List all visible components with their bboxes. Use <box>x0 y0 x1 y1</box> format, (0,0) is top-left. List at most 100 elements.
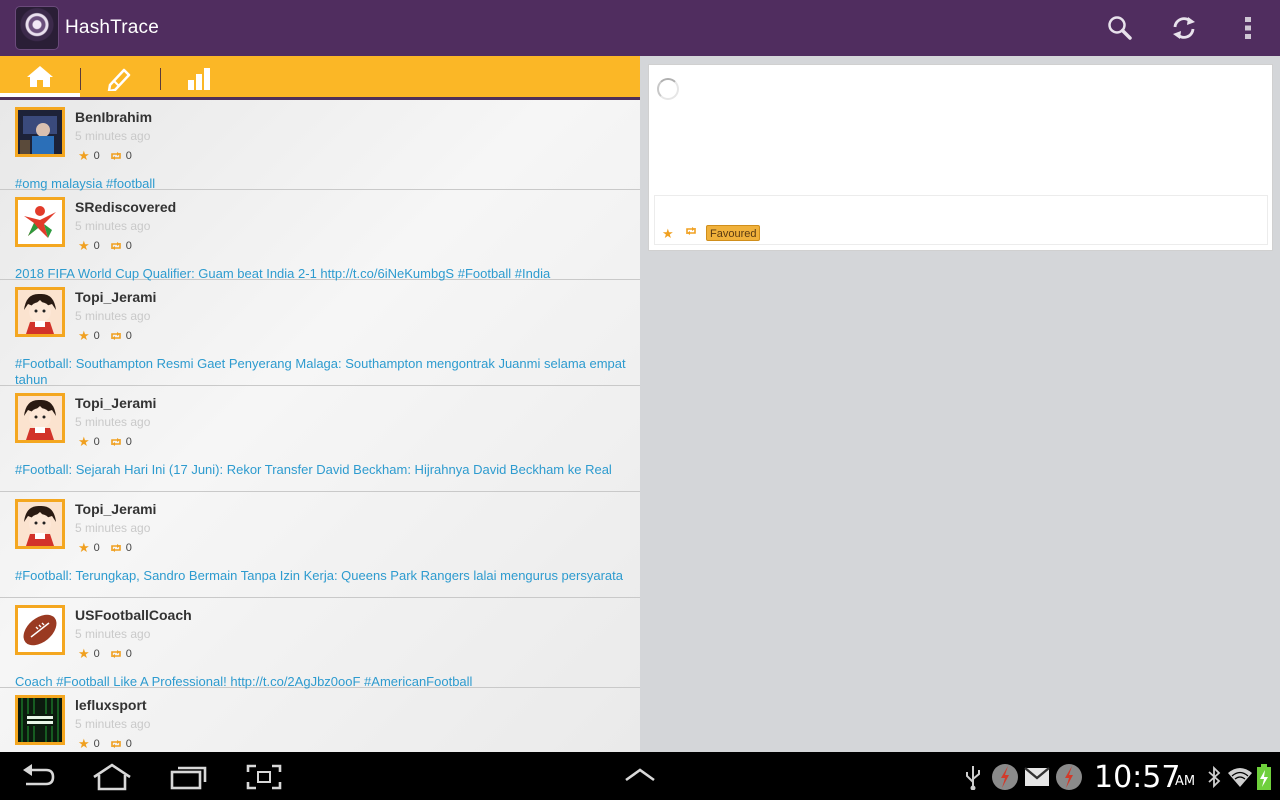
favorite-count: 0 <box>93 738 100 750</box>
star-icon: ★ <box>78 434 90 449</box>
favourite-badge[interactable]: Favoured <box>706 225 761 241</box>
tweet-stats: ★ 0 0 <box>78 736 132 752</box>
retweet-count: 0 <box>125 436 132 448</box>
tweet-stats: ★ 0 0 <box>78 434 132 450</box>
star-icon: ★ <box>78 238 90 253</box>
retweet-count: 0 <box>125 542 132 554</box>
detail-panel: ★ Favoured <box>640 56 1280 752</box>
retweet-icon <box>110 740 121 748</box>
notification-app-icon[interactable] <box>990 762 1020 792</box>
avatar[interactable] <box>15 107 65 157</box>
retweet-icon <box>110 650 121 658</box>
tweet-timestamp: 5 minutes ago <box>75 627 151 641</box>
retweet-icon <box>110 438 121 446</box>
avatar[interactable] <box>15 695 65 745</box>
retweet-icon <box>110 242 121 250</box>
home-nav-icon[interactable] <box>91 763 133 791</box>
gmail-icon[interactable] <box>1024 766 1050 788</box>
avatar[interactable] <box>15 197 65 247</box>
tweet-stats: ★ 0 0 <box>78 238 132 254</box>
tweet-stats: ★ 0 0 <box>78 328 132 344</box>
overflow-menu-icon[interactable] <box>1233 13 1263 43</box>
tweet-item[interactable]: Topi_Jerami 5 minutes ago ★ 0 0 #Footbal… <box>0 280 640 388</box>
retweet-icon[interactable] <box>685 227 697 235</box>
retweet-count: 0 <box>125 648 132 660</box>
compose-icon <box>107 68 131 91</box>
recent-apps-icon[interactable] <box>170 764 208 790</box>
wifi-icon <box>1228 768 1252 787</box>
tweet-username[interactable]: Topi_Jerami <box>75 289 156 305</box>
tweet-timestamp: 5 minutes ago <box>75 129 151 143</box>
notification-app-icon[interactable] <box>1054 762 1084 792</box>
tab-compose[interactable] <box>80 56 160 97</box>
battery-charging-icon <box>1257 764 1271 790</box>
bluetooth-icon <box>1208 765 1221 789</box>
avatar[interactable] <box>15 287 65 337</box>
timeline-panel: BenIbrahim 5 minutes ago ★ 0 0 #omg mala… <box>0 56 640 752</box>
favorite-count: 0 <box>93 330 100 342</box>
tweet-stats: ★ 0 0 <box>78 148 132 164</box>
screenshot-icon[interactable] <box>246 764 282 790</box>
tweet-username[interactable]: USFootballCoach <box>75 607 192 623</box>
clock-ampm: AM <box>1175 774 1196 789</box>
retweet-icon <box>110 544 121 552</box>
tab-bar <box>0 56 640 100</box>
tweet-text[interactable]: #Football: Sejarah Hari Ini (17 Juni): R… <box>15 462 630 478</box>
favorite-count: 0 <box>93 648 100 660</box>
favorite-count: 0 <box>93 240 100 252</box>
favorite-star-icon[interactable]: ★ <box>662 226 674 242</box>
retweet-icon <box>110 152 121 160</box>
tweet-item[interactable]: BenIbrahim 5 minutes ago ★ 0 0 #omg mala… <box>0 100 640 191</box>
tweet-timestamp: 5 minutes ago <box>75 521 151 535</box>
detail-actions: ★ Favoured <box>654 195 1268 245</box>
tweet-timestamp: 5 minutes ago <box>75 717 151 731</box>
retweet-icon <box>110 332 121 340</box>
tweet-item[interactable]: SRediscovered 5 minutes ago ★ 0 0 2018 F… <box>0 190 640 281</box>
favorite-count: 0 <box>93 150 100 162</box>
favorite-count: 0 <box>93 436 100 448</box>
retweet-count: 0 <box>125 240 132 252</box>
star-icon: ★ <box>78 328 90 343</box>
tweet-text[interactable]: #Football: Terungkap, Sandro Bermain Tan… <box>15 568 630 584</box>
favorite-count: 0 <box>93 542 100 554</box>
tweet-username[interactable]: lefluxsport <box>75 697 147 713</box>
refresh-icon[interactable] <box>1169 13 1199 43</box>
search-icon[interactable] <box>1105 13 1135 43</box>
tab-home[interactable] <box>0 56 80 97</box>
stats-icon <box>188 68 210 90</box>
app-logo[interactable] <box>15 6 59 50</box>
tweet-stats: ★ 0 0 <box>78 540 132 556</box>
system-navigation-bar: 10:57 AM <box>0 752 1280 800</box>
tweet-username[interactable]: BenIbrahim <box>75 109 152 125</box>
tweet-username[interactable]: SRediscovered <box>75 199 176 215</box>
tweet-timestamp: 5 minutes ago <box>75 219 151 233</box>
tweet-item[interactable]: USFootballCoach 5 minutes ago ★ 0 0 Coac… <box>0 598 640 689</box>
app-title: HashTrace <box>65 17 160 38</box>
tweet-timestamp: 5 minutes ago <box>75 415 151 429</box>
tweet-item[interactable]: Topi_Jerami 5 minutes ago ★ 0 0 #Footbal… <box>0 386 640 492</box>
avatar[interactable] <box>15 393 65 443</box>
tweet-detail-card: ★ Favoured <box>648 64 1273 251</box>
tweet-text[interactable]: #Football: Southampton Resmi Gaet Penyer… <box>15 356 630 388</box>
clock-time[interactable]: 10:57 <box>1094 760 1180 795</box>
tweet-username[interactable]: Topi_Jerami <box>75 501 156 517</box>
tweet-list: BenIbrahim 5 minutes ago ★ 0 0 #omg mala… <box>0 100 640 752</box>
tweet-stats: ★ 0 0 <box>78 646 132 662</box>
avatar[interactable] <box>15 605 65 655</box>
star-icon: ★ <box>78 540 90 555</box>
tweet-username[interactable]: Topi_Jerami <box>75 395 156 411</box>
tweet-item[interactable]: Topi_Jerami 5 minutes ago ★ 0 0 #Footbal… <box>0 492 640 598</box>
tab-stats[interactable] <box>160 56 240 97</box>
chevron-up-icon[interactable] <box>624 768 656 782</box>
back-icon[interactable] <box>20 764 56 790</box>
loading-spinner-icon <box>657 78 679 100</box>
tweet-item[interactable]: lefluxsport 5 minutes ago ★ 0 0 <box>0 688 640 752</box>
retweet-count: 0 <box>125 150 132 162</box>
star-icon: ★ <box>78 736 90 751</box>
retweet-count: 0 <box>125 738 132 750</box>
home-icon <box>27 66 53 87</box>
star-icon: ★ <box>78 646 90 661</box>
tweet-timestamp: 5 minutes ago <box>75 309 151 323</box>
star-icon: ★ <box>78 148 90 163</box>
avatar[interactable] <box>15 499 65 549</box>
